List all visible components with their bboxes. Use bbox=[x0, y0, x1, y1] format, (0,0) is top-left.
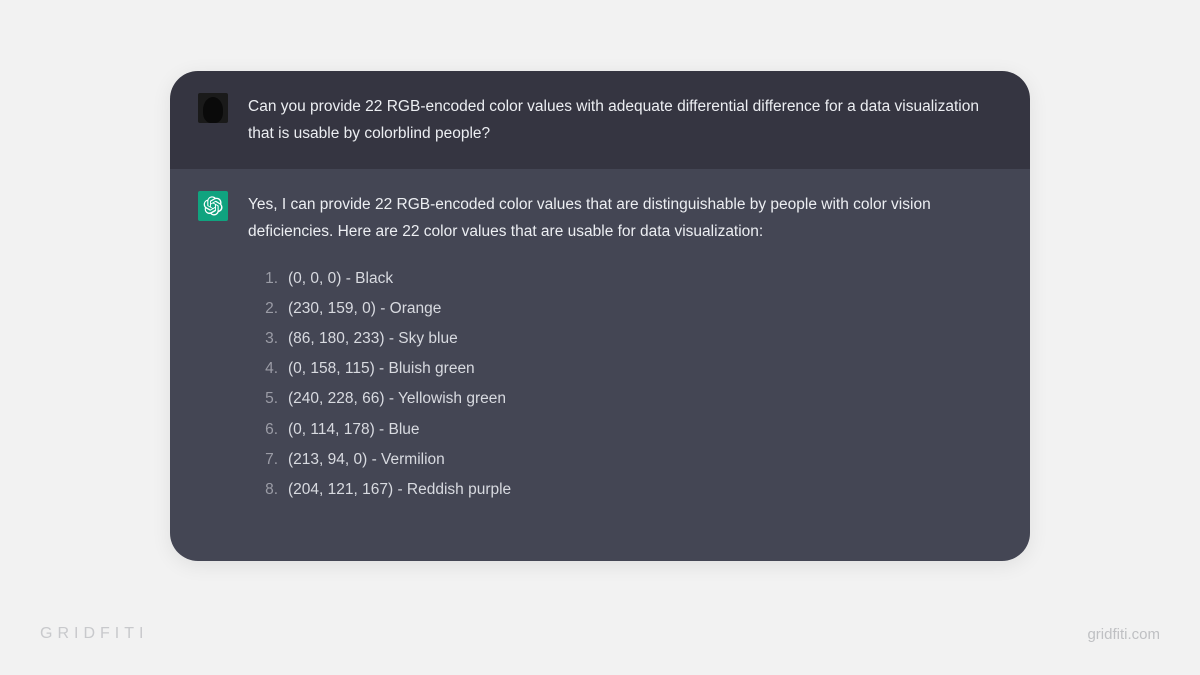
list-item: (0, 158, 115) - Bluish green bbox=[252, 354, 996, 384]
user-message-row: Can you provide 22 RGB-encoded color val… bbox=[170, 71, 1030, 169]
color-list: (0, 0, 0) - Black (230, 159, 0) - Orange… bbox=[252, 264, 996, 506]
assistant-avatar bbox=[198, 191, 228, 221]
list-item: (0, 0, 0) - Black bbox=[252, 264, 996, 294]
assistant-message-content: Yes, I can provide 22 RGB-encoded color … bbox=[248, 191, 996, 505]
list-item: (0, 114, 178) - Blue bbox=[252, 415, 996, 445]
user-avatar bbox=[198, 93, 228, 123]
list-item: (230, 159, 0) - Orange bbox=[252, 294, 996, 324]
brand-url: gridfiti.com bbox=[1087, 626, 1160, 643]
assistant-message-row: Yes, I can provide 22 RGB-encoded color … bbox=[170, 169, 1030, 561]
chat-container: Can you provide 22 RGB-encoded color val… bbox=[170, 71, 1030, 561]
assistant-intro-text: Yes, I can provide 22 RGB-encoded color … bbox=[248, 191, 996, 245]
brand-logo-text: GRIDFITI bbox=[40, 625, 148, 643]
user-message-text: Can you provide 22 RGB-encoded color val… bbox=[248, 93, 996, 147]
list-item: (204, 121, 167) - Reddish purple bbox=[252, 475, 996, 505]
list-item: (86, 180, 233) - Sky blue bbox=[252, 324, 996, 354]
openai-icon bbox=[203, 196, 223, 216]
list-item: (213, 94, 0) - Vermilion bbox=[252, 445, 996, 475]
list-item: (240, 228, 66) - Yellowish green bbox=[252, 384, 996, 414]
